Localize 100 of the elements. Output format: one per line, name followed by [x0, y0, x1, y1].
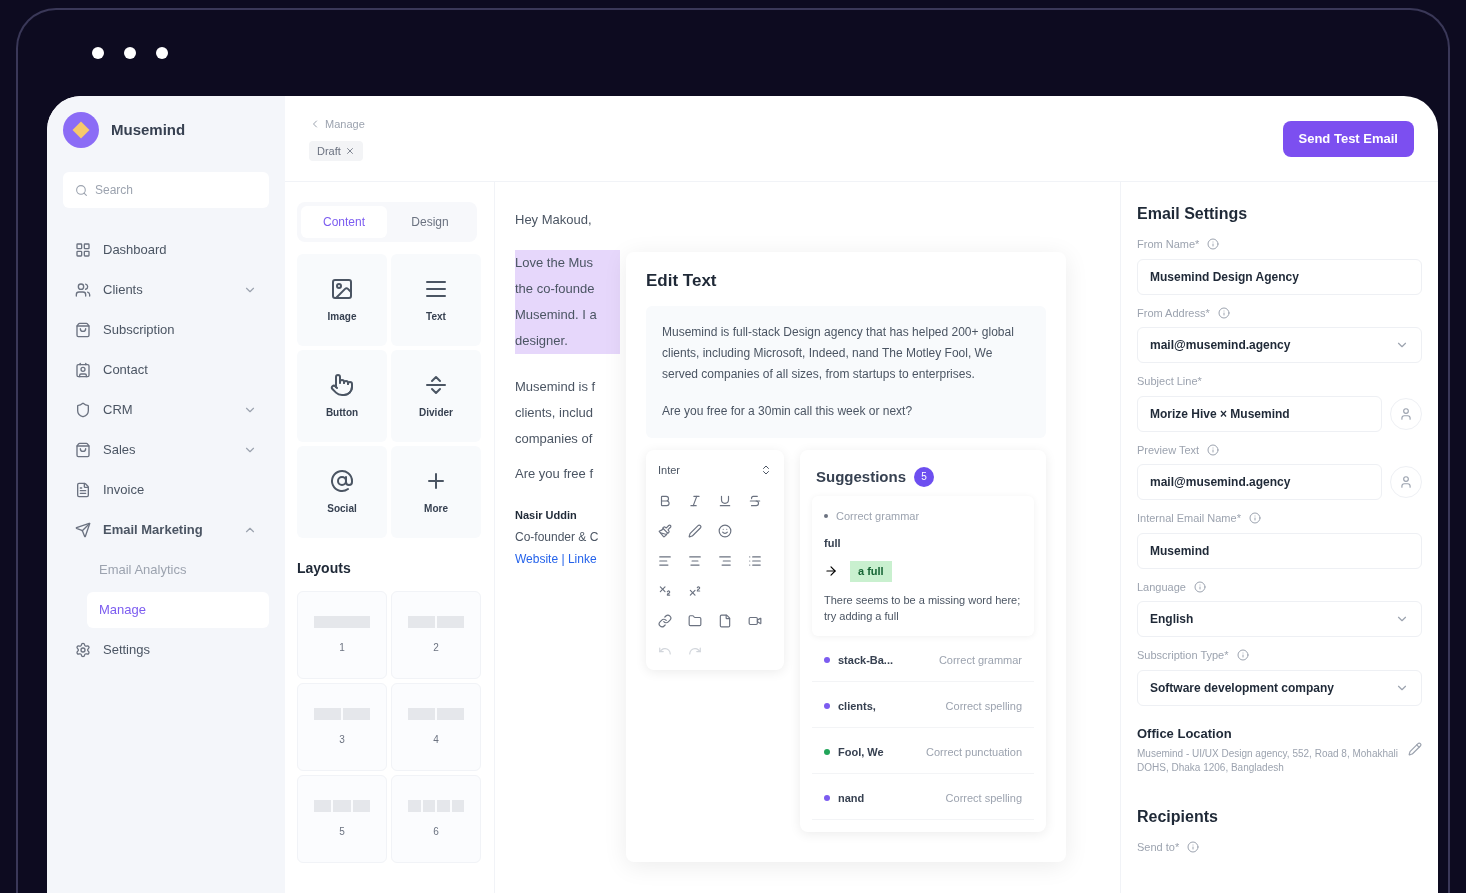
format-icon[interactable] — [658, 584, 672, 598]
menu-item-icon — [75, 402, 91, 418]
search-field[interactable]: Search — [63, 172, 269, 208]
field-label: Preview Text — [1137, 442, 1200, 458]
layout-label: 5 — [339, 824, 345, 839]
suggestion-type: Correct spelling — [945, 790, 1022, 806]
highlighted-text: Love the Mus the co-founde Musemind. I a designer. — [515, 249, 620, 354]
suggestion-word: nand — [838, 790, 865, 806]
nav-item[interactable]: Subscription — [63, 312, 269, 348]
format-icon[interactable] — [658, 524, 672, 538]
nav-item[interactable]: Settings — [63, 632, 269, 668]
field-label: Send to* — [1137, 840, 1180, 855]
format-icon[interactable] — [748, 614, 762, 628]
field-label: Subject Line* — [1137, 374, 1202, 389]
suggestion-word: Fool, We — [838, 744, 884, 760]
section-title: Office Location — [1137, 724, 1233, 743]
block-tile[interactable]: More — [391, 446, 481, 538]
suggestion-type: Correct spelling — [945, 698, 1022, 714]
section-title: Layouts — [297, 559, 352, 578]
layout-tile[interactable]: 5 — [297, 775, 387, 863]
nav-item[interactable]: Email Marketing — [63, 512, 269, 548]
layout-tile[interactable]: 3 — [297, 683, 387, 771]
menu-item-icon — [75, 282, 91, 298]
format-icon[interactable] — [688, 614, 702, 628]
format-icon[interactable] — [658, 614, 672, 628]
format-icon[interactable] — [748, 554, 762, 568]
format-icon[interactable] — [718, 494, 732, 508]
layout-label: 1 — [339, 640, 345, 655]
nav-item[interactable]: Contact — [63, 352, 269, 388]
format-icon[interactable] — [718, 554, 732, 568]
suggestion-word: stack-Ba... — [838, 652, 894, 668]
menu-item-icon — [75, 242, 91, 258]
suggestion-card[interactable]: Correct grammar full a full There seems to be a missing word here; try adding a full — [812, 496, 1034, 636]
suggestion-row[interactable]: stack-Ba... Correct grammar — [812, 639, 1034, 682]
edit-icon[interactable] — [1408, 742, 1422, 757]
format-icon[interactable] — [658, 494, 672, 508]
layout-label: 6 — [433, 824, 439, 839]
nav-item[interactable]: Invoice — [63, 472, 269, 508]
replacement-chip[interactable]: a full — [850, 561, 892, 582]
field-label: From Address* — [1137, 305, 1210, 321]
format-icon[interactable] — [688, 584, 702, 598]
layout-tile[interactable]: 6 — [391, 775, 481, 863]
format-icon[interactable] — [718, 614, 732, 628]
signature-links[interactable]: Website | Linke — [515, 549, 620, 568]
format-icon[interactable] — [688, 554, 702, 568]
format-icon[interactable] — [658, 554, 672, 568]
block-tile[interactable]: Text — [391, 254, 481, 346]
menu-item-icon — [75, 522, 91, 538]
nav-item[interactable]: Dashboard — [63, 232, 269, 268]
select-field[interactable]: English — [1137, 601, 1422, 637]
nav-subitem[interactable]: Manage — [87, 592, 269, 628]
email-greeting: Hey Makoud, — [515, 211, 593, 229]
select-field[interactable]: Software development company — [1137, 669, 1422, 706]
section-title: Recipients — [1137, 807, 1219, 827]
panel-title: Email Settings — [1137, 204, 1249, 224]
select-field[interactable]: mail@musemind.agency — [1137, 327, 1422, 363]
menu-item-icon — [75, 482, 91, 498]
panel-title: Suggestions — [816, 466, 906, 487]
field-label: Language — [1137, 579, 1186, 595]
block-tile[interactable]: Image — [297, 254, 387, 346]
nav-item[interactable]: Clients — [63, 272, 269, 308]
format-icon[interactable] — [718, 524, 732, 538]
block-icon — [330, 372, 354, 397]
layout-tile[interactable]: 2 — [391, 591, 481, 679]
nav-item[interactable]: Sales — [63, 432, 269, 468]
suggestion-type: Correct grammar — [836, 509, 920, 524]
format-icon[interactable] — [688, 494, 702, 508]
layout-label: 3 — [339, 732, 345, 747]
input-field[interactable]: Musemind — [1137, 532, 1422, 569]
format-icon[interactable] — [688, 524, 702, 538]
input-field[interactable]: Morize Hive × Musemind — [1137, 395, 1382, 432]
block-tile[interactable]: Social — [297, 446, 387, 538]
format-icon[interactable] — [748, 494, 762, 508]
suggestion-type: Correct grammar — [938, 652, 1022, 668]
layout-label: 4 — [433, 732, 439, 747]
text-editor[interactable]: Musemind is full-stack Design agency that has helped 200+ global clients, including Microsoft, Indeed, nand The Motley Fool, We served companies of all sizes, from startups to enterprises. Are you free for a 30min call this week or next? — [646, 305, 1046, 438]
suggestion-type: Correct punctuation — [926, 744, 1022, 760]
send-test-email-button[interactable]: Send Test Email — [1282, 120, 1414, 157]
search-icon — [75, 184, 88, 197]
close-icon — [344, 145, 355, 156]
nav-item[interactable]: CRM — [63, 392, 269, 428]
tab[interactable]: Content — [301, 206, 387, 238]
layout-tile[interactable]: 4 — [391, 683, 481, 771]
input-field[interactable]: mail@musemind.agency — [1137, 464, 1382, 500]
layout-tile[interactable]: 1 — [297, 591, 387, 679]
tab[interactable]: Design — [387, 206, 473, 238]
block-tile[interactable]: Button — [297, 350, 387, 442]
suggestion-row[interactable]: nand Correct spelling — [812, 777, 1034, 820]
block-tile[interactable]: Divider — [391, 350, 481, 442]
field-label: Subscription Type* — [1137, 648, 1229, 663]
person-icon — [1399, 406, 1413, 421]
suggestion-row[interactable]: Fool, We Correct punctuation — [812, 731, 1034, 774]
block-icon — [330, 468, 354, 493]
office-address: Musemind - UI/UX Design agency, 552, Road 8, Mohakhali DOHS, Dhaka 1206, Bangladesh — [1137, 747, 1400, 775]
person-icon — [1399, 475, 1413, 489]
font-select[interactable]: Inter — [658, 461, 772, 478]
input-field[interactable]: Musemind Design Agency — [1137, 258, 1422, 295]
layout-label: 2 — [433, 640, 439, 655]
suggestion-row[interactable]: clients, Correct spelling — [812, 685, 1034, 728]
block-icon — [330, 276, 354, 301]
